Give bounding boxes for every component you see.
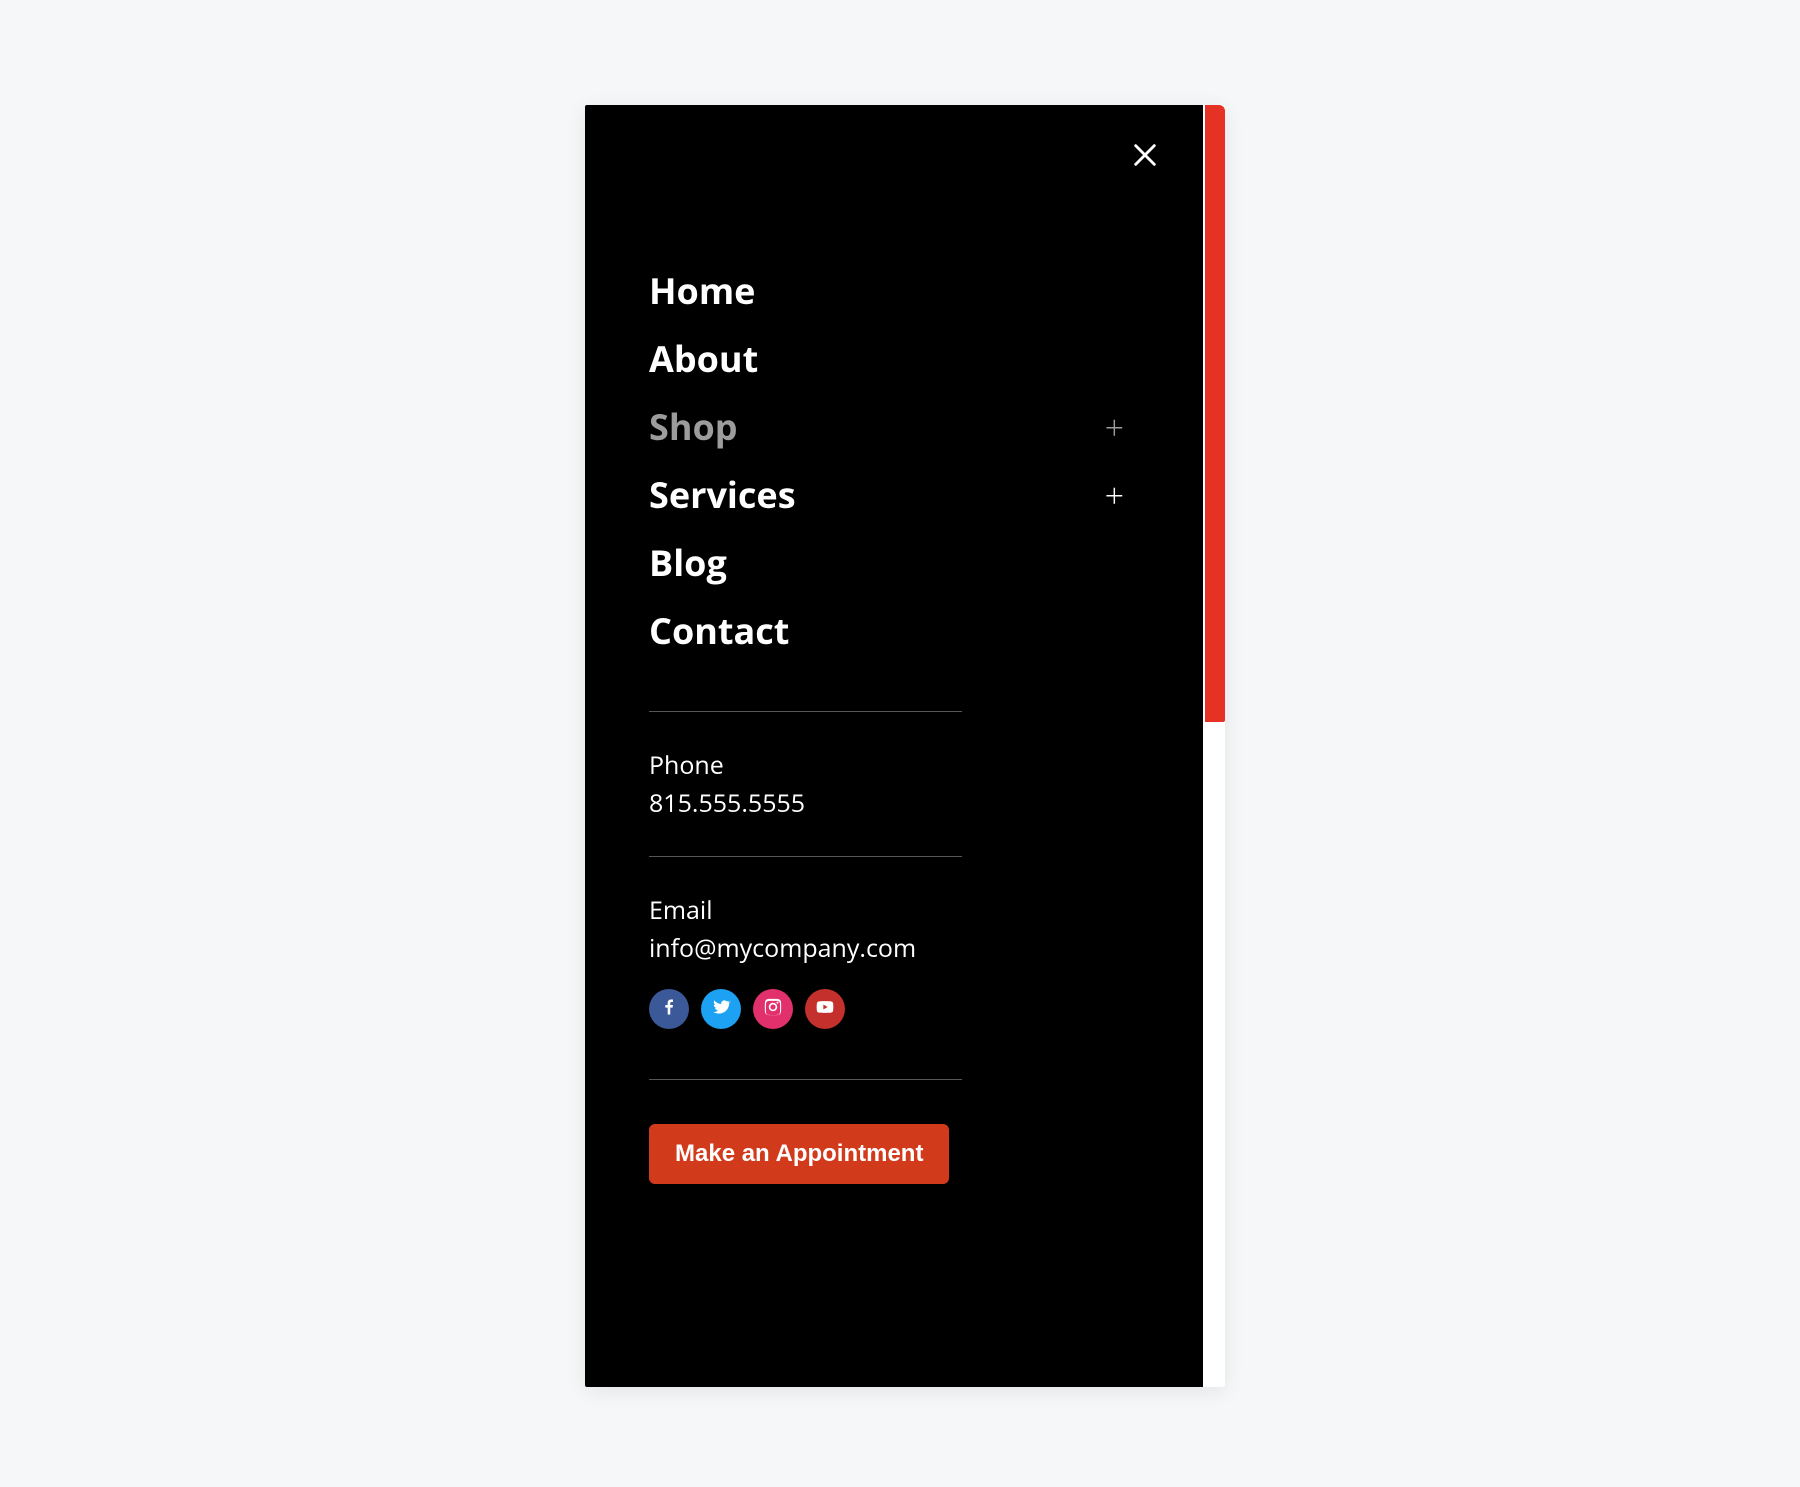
- youtube-link[interactable]: [805, 989, 845, 1029]
- social-links: [649, 989, 1158, 1029]
- expand-icon[interactable]: +: [1105, 478, 1158, 512]
- scrollbar-thumb[interactable]: [1205, 105, 1225, 722]
- nav-item-blog[interactable]: Blog: [649, 529, 1158, 597]
- nav-item-shop[interactable]: Shop +: [649, 393, 1158, 461]
- nav-label: Contact: [649, 613, 789, 649]
- nav-label: Blog: [649, 545, 727, 581]
- phone-label: Phone: [649, 748, 1158, 782]
- mobile-menu-frame: Home About Shop + Services + Blog Contac…: [585, 105, 1225, 1387]
- nav-item-about[interactable]: About: [649, 325, 1158, 393]
- expand-icon[interactable]: +: [1105, 410, 1158, 444]
- youtube-icon: [815, 997, 835, 1022]
- menu-panel: Home About Shop + Services + Blog Contac…: [585, 105, 1203, 1387]
- nav-item-services[interactable]: Services +: [649, 461, 1158, 529]
- phone-value[interactable]: 815.555.5555: [649, 786, 1158, 820]
- email-block: Email info@mycompany.com: [649, 893, 1158, 965]
- instagram-link[interactable]: [753, 989, 793, 1029]
- close-button[interactable]: [1125, 137, 1165, 177]
- email-value[interactable]: info@mycompany.com: [649, 931, 1158, 965]
- email-label: Email: [649, 893, 1158, 927]
- primary-nav: Home About Shop + Services + Blog Contac…: [649, 257, 1158, 665]
- instagram-icon: [763, 997, 783, 1022]
- divider: [649, 711, 962, 712]
- phone-block: Phone 815.555.5555: [649, 748, 1158, 820]
- divider: [649, 856, 962, 857]
- nav-label: About: [649, 341, 758, 377]
- twitter-icon: [711, 997, 731, 1022]
- facebook-icon: [659, 997, 679, 1022]
- close-icon: [1131, 141, 1159, 174]
- divider: [649, 1079, 962, 1080]
- appointment-button[interactable]: Make an Appointment: [649, 1124, 949, 1184]
- nav-label: Home: [649, 273, 755, 309]
- twitter-link[interactable]: [701, 989, 741, 1029]
- facebook-link[interactable]: [649, 989, 689, 1029]
- nav-label: Services: [649, 477, 796, 513]
- nav-label: Shop: [649, 409, 738, 445]
- nav-item-home[interactable]: Home: [649, 257, 1158, 325]
- nav-item-contact[interactable]: Contact: [649, 597, 1158, 665]
